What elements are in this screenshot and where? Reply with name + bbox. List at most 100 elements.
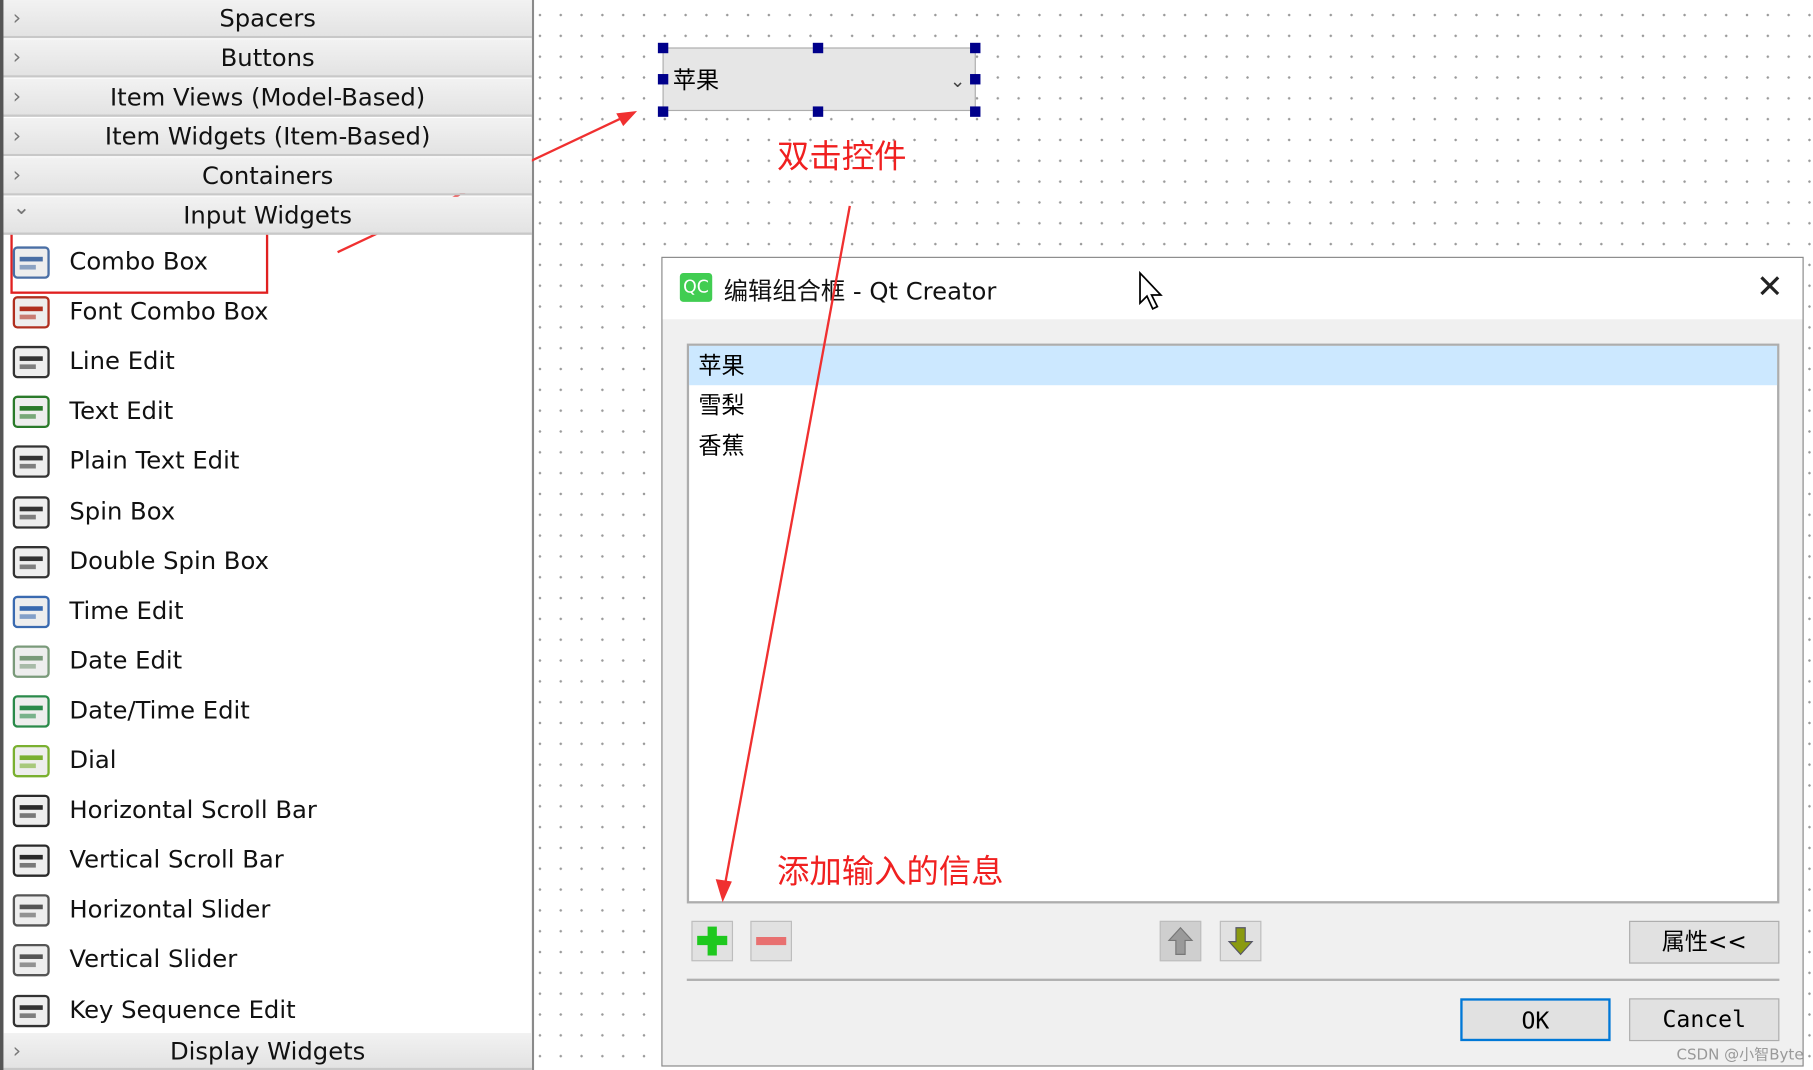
widget-item[interactable]: Double Spin Box (9, 536, 518, 586)
widget-item-label: Text Edit (69, 397, 174, 425)
widget-item[interactable]: Font Combo Box (9, 287, 518, 337)
category-header[interactable]: › Spacers (3, 0, 532, 39)
chevron-right-icon: › (12, 45, 22, 70)
widget-item[interactable]: Date Edit (9, 636, 518, 686)
chevron-right-icon: › (12, 84, 22, 109)
widget-item-label: Spin Box (69, 496, 176, 525)
widget-item[interactable]: Vertical Slider (9, 935, 518, 985)
category-header[interactable]: ⌄ Input Widgets (3, 195, 532, 235)
category-header[interactable]: › Buttons (3, 39, 532, 78)
items-list[interactable]: 苹果 雪梨 香蕉 (686, 343, 1780, 904)
widget-item-label: Double Spin Box (69, 546, 269, 575)
watermark: CSDN @小智Byte (1676, 1046, 1804, 1065)
category-header[interactable]: › Containers (3, 157, 532, 196)
category-label: Buttons (220, 43, 315, 72)
category-header[interactable]: › Item Views (Model-Based) (3, 78, 532, 117)
widget-item-label: Horizontal Slider (69, 895, 271, 924)
list-item[interactable]: 雪梨 (689, 385, 1777, 424)
dialog-title: 编辑组合框 - Qt Creator (723, 277, 997, 306)
dial-icon (12, 742, 51, 781)
minus-icon (756, 937, 787, 946)
selection-handle[interactable] (657, 74, 669, 85)
double-spin-box-icon (12, 542, 51, 581)
chevron-right-icon: › (12, 123, 22, 149)
selection-handle[interactable] (812, 42, 824, 54)
list-item[interactable]: 香蕉 (689, 426, 1777, 465)
separator (686, 978, 1780, 981)
category-header[interactable]: › Display Widgets (3, 1033, 532, 1070)
annotation-double-click: 双击控件 (776, 137, 907, 176)
horizontal-slider-icon (12, 891, 51, 930)
canvas-combo-box[interactable]: 苹果 ⌄ (662, 47, 976, 112)
vertical-scrollbar-icon (12, 841, 51, 880)
properties-toggle-button[interactable]: 属性<< (1629, 920, 1780, 964)
cancel-button[interactable]: Cancel (1629, 998, 1780, 1042)
widget-item-label: Dial (69, 746, 117, 774)
combo-box-icon (12, 243, 51, 282)
ok-button[interactable]: OK (1460, 998, 1611, 1042)
widget-item-label: Plain Text Edit (69, 446, 240, 475)
widget-item[interactable]: Horizontal Slider (9, 885, 518, 935)
annotation-add-info: 添加输入的信息 (776, 852, 1004, 891)
selection-handle[interactable] (970, 42, 981, 54)
widget-item[interactable]: Time Edit (9, 586, 518, 636)
widget-item[interactable]: Combo Box (9, 237, 518, 287)
qt-creator-logo: QC (679, 273, 713, 302)
widget-item-label: Date Edit (69, 646, 183, 675)
list-item[interactable]: 苹果 (689, 345, 1778, 386)
widget-item-label: Vertical Slider (69, 945, 238, 974)
widget-item[interactable]: Vertical Scroll Bar (9, 835, 518, 885)
widget-item-label: Font Combo Box (69, 297, 269, 326)
widget-item-label: Time Edit (69, 596, 184, 625)
category-label: Display Widgets (169, 1037, 366, 1066)
widget-item[interactable]: Line Edit (9, 337, 518, 387)
calendar-icon (12, 642, 51, 681)
category-header[interactable]: › Item Widgets (Item-Based) (3, 117, 532, 157)
selection-handle[interactable] (812, 106, 824, 117)
arrow-up-icon (1167, 926, 1194, 955)
chevron-right-icon: › (12, 5, 22, 31)
category-label: Item Views (Model-Based) (110, 83, 426, 112)
widget-item-label: Vertical Scroll Bar (69, 845, 284, 874)
close-icon[interactable]: ✕ (1756, 267, 1783, 305)
chevron-right-icon: › (12, 1038, 22, 1064)
move-up-button[interactable] (1159, 920, 1202, 962)
selection-handle[interactable] (970, 106, 981, 117)
widget-item-label: Horizontal Scroll Bar (69, 795, 317, 824)
text-edit-icon (12, 392, 51, 431)
category-label: Input Widgets (183, 201, 353, 230)
combo-value: 苹果 (672, 65, 720, 94)
key-sequence-icon (12, 991, 51, 1030)
selection-handle[interactable] (657, 106, 669, 117)
widget-item[interactable]: Text Edit (9, 387, 518, 437)
widget-item[interactable]: Key Sequence Edit (9, 985, 518, 1035)
chevron-down-icon: ⌄ (12, 195, 31, 220)
add-item-button[interactable] (691, 920, 734, 962)
category-label: Item Widgets (Item-Based) (104, 122, 431, 151)
selection-handle[interactable] (970, 74, 981, 85)
category-label: Containers (202, 161, 334, 190)
widget-item-label: Combo Box (69, 247, 208, 276)
widget-item[interactable]: Spin Box (9, 486, 518, 536)
horizontal-scrollbar-icon (12, 791, 51, 830)
widget-item-label: Line Edit (69, 347, 175, 376)
remove-item-button[interactable] (750, 920, 792, 962)
move-down-button[interactable] (1219, 920, 1262, 962)
category-label: Spacers (219, 4, 316, 33)
font-combo-box-icon (12, 293, 51, 332)
widget-item-label: Date/Time Edit (69, 696, 250, 725)
chevron-down-icon: ⌄ (949, 69, 966, 92)
widget-item[interactable]: Date/Time Edit (9, 686, 518, 736)
edit-combobox-dialog: QC 编辑组合框 - Qt Creator ✕ 苹果 雪梨 香蕉 属性<< OK… (661, 256, 1804, 1067)
spin-box-icon (12, 492, 51, 531)
widget-item[interactable]: Horizontal Scroll Bar (9, 786, 518, 836)
calendar-clock-icon (12, 692, 51, 731)
widget-item[interactable]: Plain Text Edit (9, 437, 518, 487)
clock-icon (12, 592, 51, 631)
widget-item-label: Key Sequence Edit (69, 995, 296, 1024)
selection-handle[interactable] (657, 42, 669, 54)
line-edit-icon (12, 343, 51, 382)
vertical-slider-icon (12, 941, 51, 980)
widget-item[interactable]: Dial (9, 736, 518, 786)
arrow-down-icon (1227, 927, 1254, 956)
